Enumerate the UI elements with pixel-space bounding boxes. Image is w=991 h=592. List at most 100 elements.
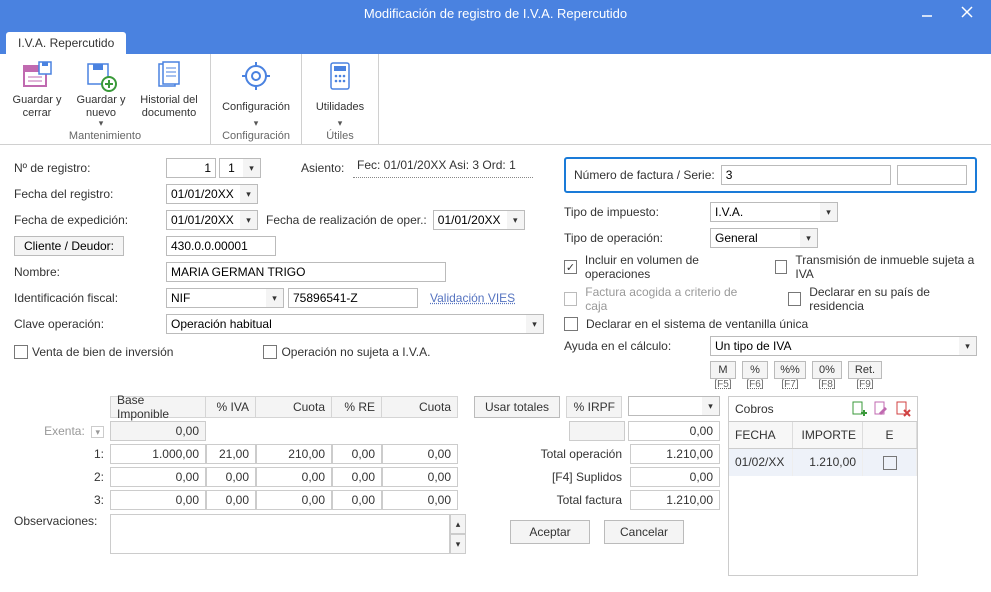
chevron-down-icon[interactable]: ▾ <box>91 426 104 438</box>
exenta-label: Exenta: ▾ <box>14 424 110 438</box>
id-fiscal-input[interactable] <box>288 288 418 308</box>
observ-input[interactable] <box>110 514 450 554</box>
chevron-down-icon[interactable]: ▾ <box>959 336 977 356</box>
col-cuota2: Cuota <box>382 396 458 418</box>
serie-input[interactable] <box>897 165 967 185</box>
cell-pre[interactable]: 0,00 <box>332 444 382 464</box>
cell-cuota[interactable]: 210,00 <box>256 444 332 464</box>
chevron-down-icon[interactable]: ▾ <box>240 184 258 204</box>
chevron-down-icon[interactable]: ▾ <box>702 396 720 416</box>
chevron-down-icon[interactable]: ▾ <box>507 210 525 230</box>
history-button[interactable]: Historial del documento <box>136 58 202 128</box>
doc-add-icon[interactable] <box>851 401 867 417</box>
col-irpf: % IRPF <box>566 396 622 418</box>
minimize-button[interactable] <box>907 0 947 24</box>
save-close-button[interactable]: Guardar y cerrar <box>8 58 66 128</box>
col-base: Base Imponible <box>110 396 206 418</box>
save-close-icon <box>21 60 53 92</box>
tab-iva-repercutido[interactable]: I.V.A. Repercutido <box>6 32 126 54</box>
num-factura-input[interactable] <box>721 165 891 185</box>
helper-pctpct-button[interactable]: %% <box>774 361 806 379</box>
helper-m-button[interactable]: M <box>710 361 736 379</box>
chevron-down-icon[interactable]: ▾ <box>800 228 818 248</box>
incluir-volumen-label: Incluir en volumen de operaciones <box>585 253 750 281</box>
right-panel: Número de factura / Serie: Tipo de impue… <box>564 157 977 390</box>
fecha-real-input[interactable] <box>433 210 507 230</box>
cobros-title: Cobros <box>735 402 774 416</box>
close-button[interactable] <box>947 0 987 24</box>
cobros-col-e: E <box>863 422 917 448</box>
fecha-registro-label: Fecha del registro: <box>14 187 166 201</box>
save-new-button[interactable]: Guardar y nuevo ▾ <box>72 58 130 128</box>
gear-icon <box>240 60 272 92</box>
doc-edit-icon[interactable] <box>873 401 889 417</box>
cell-pre[interactable]: 0,00 <box>332 490 382 510</box>
vies-link[interactable]: Validación VIES <box>430 291 515 305</box>
cancel-button[interactable]: Cancelar <box>604 520 684 544</box>
utilities-button[interactable]: Utilidades ▾ <box>310 58 370 128</box>
doc-delete-icon[interactable] <box>895 401 911 417</box>
accept-button[interactable]: Aceptar <box>510 520 590 544</box>
cobros-col-importe: IMPORTE <box>793 422 863 448</box>
cell-cuota[interactable]: 0,00 <box>256 490 332 510</box>
n-registro-label: Nº de registro: <box>14 161 166 175</box>
ribbon-group-mantenimiento: Mantenimiento <box>8 128 202 144</box>
clave-op-select[interactable] <box>166 314 526 334</box>
declarar-pais-check[interactable] <box>788 292 801 306</box>
cell-cuota2[interactable]: 0,00 <box>382 467 458 487</box>
cell-cuota2[interactable]: 0,00 <box>382 490 458 510</box>
factura-highlight-box: Número de factura / Serie: <box>564 157 977 193</box>
cobros-row-check[interactable] <box>883 456 897 470</box>
total-op-label: Total operación <box>516 447 626 461</box>
cell-piva[interactable]: 0,00 <box>206 467 256 487</box>
window-title: Modificación de registro de I.V.A. Reper… <box>364 6 627 21</box>
exenta-base: 0,00 <box>110 421 206 441</box>
transmision-inmueble-check[interactable] <box>775 260 788 274</box>
fecha-registro-input[interactable] <box>166 184 240 204</box>
chevron-down-icon[interactable]: ▾ <box>526 314 544 334</box>
helper-pct-button[interactable]: % <box>742 361 768 379</box>
cell-pre[interactable]: 0,00 <box>332 467 382 487</box>
ayuda-select[interactable] <box>710 336 959 356</box>
cliente-input[interactable] <box>166 236 276 256</box>
suplidos-value[interactable]: 0,00 <box>630 467 720 487</box>
cell-piva[interactable]: 21,00 <box>206 444 256 464</box>
ribbon-group-utiles: Útiles <box>310 128 370 144</box>
spin-down-button[interactable]: ▾ <box>450 534 466 554</box>
cell-cuota[interactable]: 0,00 <box>256 467 332 487</box>
helper-ret-button[interactable]: Ret. <box>848 361 882 379</box>
total-op-value: 1.210,00 <box>630 444 720 464</box>
spin-up-button[interactable]: ▴ <box>450 514 466 534</box>
cell-base[interactable]: 0,00 <box>110 467 206 487</box>
grid-row: 3:0,000,000,000,000,00 <box>14 490 466 510</box>
n-registro-input[interactable] <box>166 158 216 178</box>
nombre-input[interactable] <box>166 262 446 282</box>
helper-zero-button[interactable]: 0% <box>812 361 842 379</box>
chevron-down-icon[interactable]: ▾ <box>243 158 261 178</box>
chevron-down-icon[interactable]: ▾ <box>266 288 284 308</box>
venta-inversion-check[interactable] <box>14 345 28 359</box>
cell-base[interactable]: 1.000,00 <box>110 444 206 464</box>
usar-totales-button[interactable]: Usar totales <box>474 396 560 418</box>
cell-piva[interactable]: 0,00 <box>206 490 256 510</box>
irpf-select[interactable] <box>628 396 702 416</box>
cliente-button[interactable]: Cliente / Deudor: <box>14 236 124 256</box>
op-no-sujeta-check[interactable] <box>263 345 277 359</box>
n-registro-seq[interactable] <box>219 158 243 178</box>
incluir-volumen-check[interactable]: ✓ <box>564 260 577 274</box>
fecha-exped-input[interactable] <box>166 210 240 230</box>
total-fact-label: Total factura <box>516 493 626 507</box>
chevron-down-icon[interactable]: ▾ <box>240 210 258 230</box>
col-pre: % RE <box>332 396 382 418</box>
cobros-row[interactable]: 01/02/XX 1.210,00 <box>729 449 917 476</box>
cell-base[interactable]: 0,00 <box>110 490 206 510</box>
declarar-ventanilla-check[interactable] <box>564 317 578 331</box>
chevron-down-icon[interactable]: ▾ <box>820 202 838 222</box>
tipo-impuesto-select[interactable] <box>710 202 820 222</box>
tipo-operacion-select[interactable] <box>710 228 800 248</box>
id-tipo-select[interactable] <box>166 288 266 308</box>
config-button[interactable]: Configuración ▾ <box>219 58 293 128</box>
factura-caja-label: Factura acogida a criterio de caja <box>585 285 752 313</box>
cell-cuota2[interactable]: 0,00 <box>382 444 458 464</box>
document-history-icon <box>153 60 185 92</box>
